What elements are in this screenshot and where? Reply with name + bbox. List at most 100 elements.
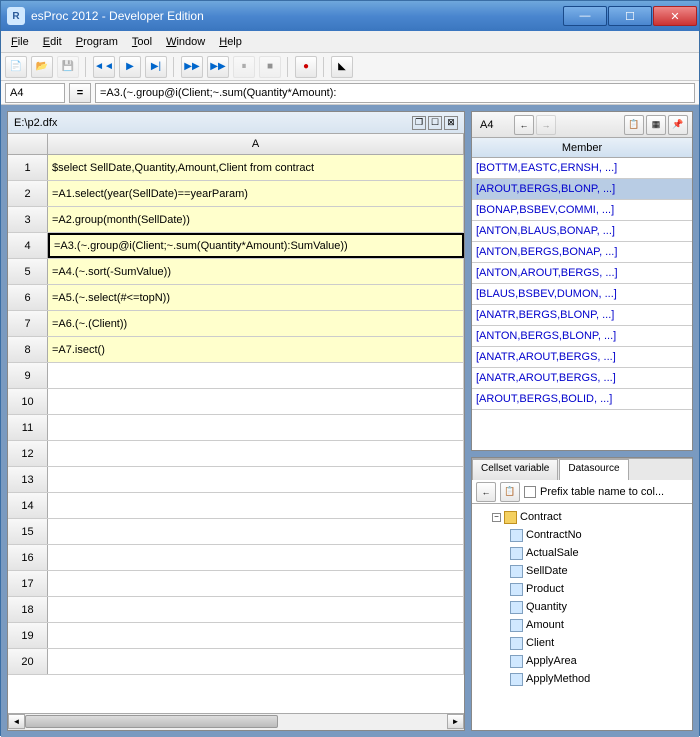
step-icon[interactable]: ▶|: [145, 56, 167, 78]
breakpoint-icon[interactable]: ●: [295, 56, 317, 78]
member-list[interactable]: [BOTTM,EASTC,ERNSH, ...][AROUT,BERGS,BLO…: [472, 158, 692, 450]
cell-a4[interactable]: =A3.(~.group@i(Client;~.sum(Quantity*Amo…: [48, 233, 464, 258]
close-button[interactable]: ✕: [653, 6, 697, 26]
cell-a9[interactable]: [48, 363, 464, 388]
member-item[interactable]: [ANTON,BERGS,BLONP, ...]: [472, 326, 692, 347]
copy-icon[interactable]: 📋: [624, 115, 644, 135]
close-doc-icon[interactable]: ⊠: [444, 116, 458, 130]
open-icon[interactable]: 📂: [31, 56, 53, 78]
cell-a14[interactable]: [48, 493, 464, 518]
row-header[interactable]: 13: [8, 467, 48, 492]
nav-back-icon[interactable]: ←: [514, 115, 534, 135]
cell-a2[interactable]: =A1.select(year(SellDate)==yearParam): [48, 181, 464, 206]
tree-node-field[interactable]: Quantity: [476, 598, 688, 616]
cell-a18[interactable]: [48, 597, 464, 622]
row-header[interactable]: 5: [8, 259, 48, 284]
row-header[interactable]: 14: [8, 493, 48, 518]
row-header[interactable]: 15: [8, 519, 48, 544]
menu-program[interactable]: Program: [70, 34, 124, 50]
tree-node-root[interactable]: − Contract: [476, 508, 688, 526]
row-header[interactable]: 16: [8, 545, 48, 570]
member-item[interactable]: [ANTON,BLAUS,BONAP, ...]: [472, 221, 692, 242]
row-header[interactable]: 9: [8, 363, 48, 388]
row-header[interactable]: 17: [8, 571, 48, 596]
grid-view-icon[interactable]: ▦: [646, 115, 666, 135]
prefix-checkbox[interactable]: [524, 486, 536, 498]
member-item[interactable]: [ANATR,AROUT,BERGS, ...]: [472, 368, 692, 389]
cell-a6[interactable]: =A5.(~.select(#<=topN)): [48, 285, 464, 310]
horizontal-scrollbar[interactable]: ◄ ►: [8, 713, 464, 730]
member-item[interactable]: [AROUT,BERGS,BLONP, ...]: [472, 179, 692, 200]
row-header[interactable]: 3: [8, 207, 48, 232]
row-header[interactable]: 19: [8, 623, 48, 648]
pin-icon[interactable]: 📌: [668, 115, 688, 135]
cell-a1[interactable]: $select SellDate,Quantity,Amount,Client …: [48, 155, 464, 180]
step-back-icon[interactable]: ◄◄: [93, 56, 115, 78]
cell-a8[interactable]: =A7.isect(): [48, 337, 464, 362]
cell-a17[interactable]: [48, 571, 464, 596]
row-header[interactable]: 8: [8, 337, 48, 362]
tree-node-field[interactable]: Client: [476, 634, 688, 652]
cell-a5[interactable]: =A4.(~.sort(-SumValue)): [48, 259, 464, 284]
tree-node-field[interactable]: SellDate: [476, 562, 688, 580]
member-item[interactable]: [ANATR,AROUT,BERGS, ...]: [472, 347, 692, 368]
scroll-left-icon[interactable]: ◄: [8, 714, 25, 729]
row-header[interactable]: 12: [8, 441, 48, 466]
collapse-icon[interactable]: −: [492, 513, 501, 522]
menu-edit[interactable]: Edit: [37, 34, 68, 50]
tree-node-field[interactable]: ContractNo: [476, 526, 688, 544]
cell-a20[interactable]: [48, 649, 464, 674]
tab-datasource[interactable]: Datasource: [559, 459, 628, 480]
tree-node-field[interactable]: ActualSale: [476, 544, 688, 562]
equals-button[interactable]: =: [69, 83, 91, 103]
select-all-corner[interactable]: [8, 134, 48, 154]
tree-node-field[interactable]: Amount: [476, 616, 688, 634]
row-header[interactable]: 20: [8, 649, 48, 674]
cell-a11[interactable]: [48, 415, 464, 440]
row-header[interactable]: 1: [8, 155, 48, 180]
column-header-a[interactable]: A: [48, 134, 464, 154]
nav-forward-icon[interactable]: →: [536, 115, 556, 135]
row-header[interactable]: 2: [8, 181, 48, 206]
new-icon[interactable]: 📄: [5, 56, 27, 78]
cell-a7[interactable]: =A6.(~.(Client)): [48, 311, 464, 336]
save-icon[interactable]: 💾: [57, 56, 79, 78]
member-item[interactable]: [ANATR,BERGS,BLONP, ...]: [472, 305, 692, 326]
run-to-icon[interactable]: ▶▶: [207, 56, 229, 78]
scroll-right-icon[interactable]: ►: [447, 714, 464, 729]
cell-a15[interactable]: [48, 519, 464, 544]
maximize-doc-icon[interactable]: ☐: [428, 116, 442, 130]
cell-reference-box[interactable]: A4: [5, 83, 65, 103]
member-item[interactable]: [BONAP,BSBEV,COMMI, ...]: [472, 200, 692, 221]
member-item[interactable]: [AROUT,BERGS,BOLID, ...]: [472, 389, 692, 410]
cell-a13[interactable]: [48, 467, 464, 492]
menu-tool[interactable]: Tool: [126, 34, 158, 50]
menu-help[interactable]: Help: [213, 34, 248, 50]
row-header[interactable]: 10: [8, 389, 48, 414]
ds-copy-icon[interactable]: 📋: [500, 482, 520, 502]
row-header[interactable]: 6: [8, 285, 48, 310]
menu-window[interactable]: Window: [160, 34, 211, 50]
tree-node-field[interactable]: ApplyArea: [476, 652, 688, 670]
tree-node-field[interactable]: ApplyMethod: [476, 670, 688, 688]
scroll-thumb[interactable]: [25, 715, 278, 728]
cell-a12[interactable]: [48, 441, 464, 466]
tree-node-field[interactable]: Product: [476, 580, 688, 598]
minimize-button[interactable]: —: [563, 6, 607, 26]
member-item[interactable]: [BLAUS,BSBEV,DUMON, ...]: [472, 284, 692, 305]
stop-icon[interactable]: ■: [259, 56, 281, 78]
row-header[interactable]: 11: [8, 415, 48, 440]
row-header[interactable]: 7: [8, 311, 48, 336]
member-item[interactable]: [ANTON,BERGS,BONAP, ...]: [472, 242, 692, 263]
run-icon[interactable]: ▶: [119, 56, 141, 78]
row-header[interactable]: 4: [8, 233, 48, 258]
datasource-tree[interactable]: − Contract ContractNoActualSaleSellDateP…: [472, 504, 692, 730]
member-item[interactable]: [ANTON,AROUT,BERGS, ...]: [472, 263, 692, 284]
cell-a16[interactable]: [48, 545, 464, 570]
tab-cellset-variable[interactable]: Cellset variable: [472, 459, 558, 480]
restore-icon[interactable]: ❐: [412, 116, 426, 130]
cell-a3[interactable]: =A2.group(month(SellDate)): [48, 207, 464, 232]
ds-back-icon[interactable]: ←: [476, 482, 496, 502]
fast-forward-icon[interactable]: ▶▶: [181, 56, 203, 78]
expand-icon[interactable]: ◣: [331, 56, 353, 78]
